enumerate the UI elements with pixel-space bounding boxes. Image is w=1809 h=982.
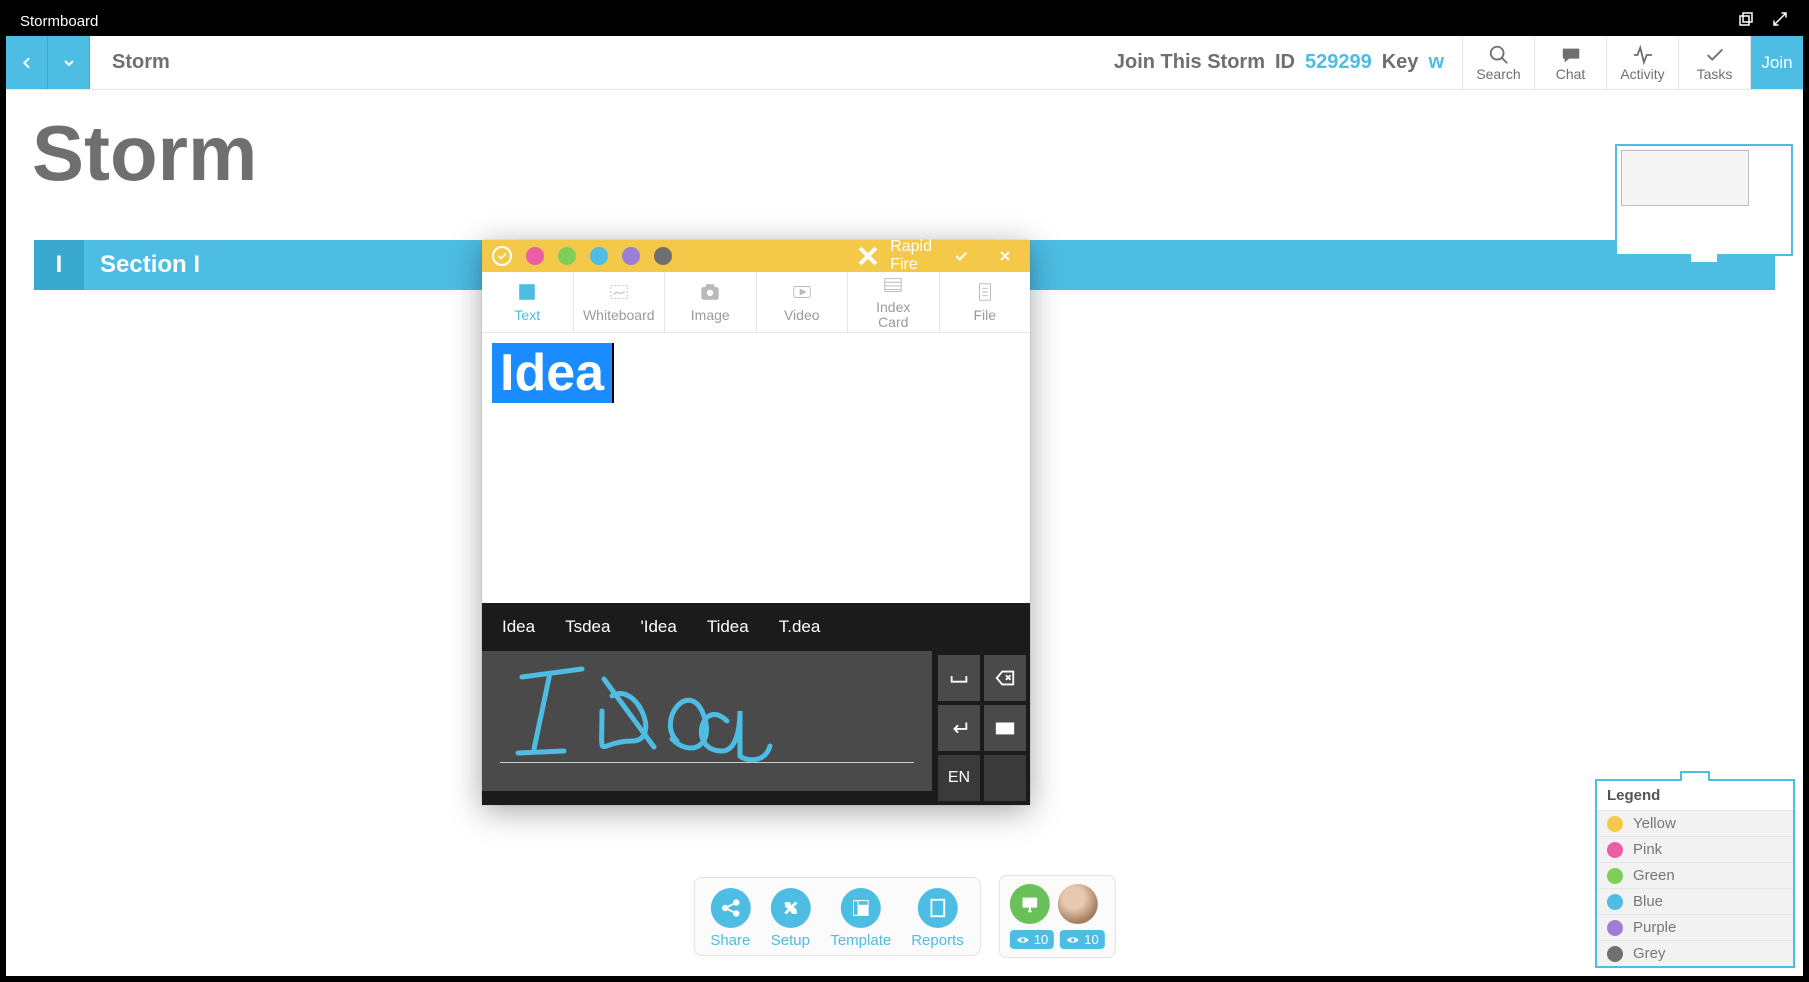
tasks-button[interactable]: Tasks xyxy=(1679,36,1751,89)
language-key[interactable]: EN xyxy=(938,755,980,801)
modal-close-button[interactable] xyxy=(990,248,1020,264)
storm-id: 529299 xyxy=(1305,51,1372,74)
legend-row-yellow[interactable]: Yellow xyxy=(1597,810,1793,836)
handwriting-suggestions: Idea Tsdea 'Idea Tidea T.dea xyxy=(482,603,1030,651)
tab-image[interactable]: Image xyxy=(665,272,757,332)
blank-key xyxy=(984,755,1026,801)
nav-dropdown-button[interactable] xyxy=(48,36,90,89)
template-icon xyxy=(841,888,881,928)
storm-key: w xyxy=(1428,51,1444,74)
view-count-badge[interactable]: 10 xyxy=(1010,930,1054,949)
rapid-fire-toggle[interactable]: Rapid Fire xyxy=(852,238,932,274)
legend-swatch xyxy=(1607,920,1623,936)
suggestion-item[interactable]: T.dea xyxy=(779,617,821,637)
legend-row-purple[interactable]: Purple xyxy=(1597,914,1793,940)
nav-back-button[interactable] xyxy=(6,36,48,89)
canvas[interactable]: Storm I Section I Share Setup xyxy=(6,90,1803,976)
legend-row-grey[interactable]: Grey xyxy=(1597,940,1793,966)
legend-toggle[interactable] xyxy=(1680,771,1710,781)
color-swatch[interactable] xyxy=(654,247,672,265)
modal-confirm-button[interactable] xyxy=(946,248,976,264)
create-sticky-modal: Rapid Fire Text Whiteboard Image xyxy=(482,240,1030,805)
tab-video[interactable]: Video xyxy=(757,272,849,332)
legend-row-pink[interactable]: Pink xyxy=(1597,836,1793,862)
tab-index-card[interactable]: Index Card xyxy=(848,272,940,332)
legend-swatch xyxy=(1607,816,1623,832)
setup-button[interactable]: Setup xyxy=(770,888,810,949)
expand-icon[interactable] xyxy=(1771,10,1789,32)
join-info: Join This Storm ID 529299 Key w xyxy=(1114,36,1462,89)
legend-title: Legend xyxy=(1597,781,1793,810)
tab-whiteboard[interactable]: Whiteboard xyxy=(574,272,666,332)
color-swatch[interactable] xyxy=(526,247,544,265)
suggestion-item[interactable]: Tidea xyxy=(707,617,749,637)
section-label: Section I xyxy=(100,251,200,279)
entered-text-selected: Idea xyxy=(492,343,614,403)
legend-swatch xyxy=(1607,946,1623,962)
section-number: I xyxy=(34,240,84,290)
chat-button[interactable]: Chat xyxy=(1535,36,1607,89)
tab-file[interactable]: File xyxy=(940,272,1031,332)
reports-button[interactable]: Reports xyxy=(911,888,964,949)
color-swatch[interactable] xyxy=(622,247,640,265)
share-button[interactable]: Share xyxy=(710,888,750,949)
suggestion-item[interactable]: Tsdea xyxy=(565,617,610,637)
legend-swatch xyxy=(1607,894,1623,910)
legend-row-blue[interactable]: Blue xyxy=(1597,888,1793,914)
color-selected-icon[interactable] xyxy=(492,246,512,266)
page-title: Storm xyxy=(32,108,257,199)
search-button[interactable]: Search xyxy=(1463,36,1535,89)
presence-panel: 10 10 xyxy=(999,875,1116,958)
tab-text[interactable]: Text xyxy=(482,272,574,332)
minimap-toggle[interactable] xyxy=(1689,254,1719,264)
space-key[interactable] xyxy=(938,655,980,701)
template-button[interactable]: Template xyxy=(830,888,891,949)
window-title-bar: Stormboard xyxy=(6,6,1803,36)
breadcrumb-storm-name[interactable]: Storm xyxy=(90,36,192,89)
suggestion-item[interactable]: 'Idea xyxy=(640,617,676,637)
handwriting-stroke xyxy=(512,659,872,779)
top-toolbar: Storm Join This Storm ID 529299 Key w Se… xyxy=(6,36,1803,90)
legend-swatch xyxy=(1607,868,1623,884)
present-mode-button[interactable] xyxy=(1010,884,1050,924)
setup-icon xyxy=(770,888,810,928)
share-icon xyxy=(710,888,750,928)
legend-panel[interactable]: Legend YellowPinkGreenBluePurpleGrey xyxy=(1595,779,1795,968)
restore-icon[interactable] xyxy=(1737,10,1755,32)
activity-count-badge[interactable]: 10 xyxy=(1060,930,1104,949)
handwriting-canvas[interactable] xyxy=(482,651,934,791)
minimap[interactable] xyxy=(1615,144,1793,256)
app-title: Stormboard xyxy=(20,13,98,30)
keyboard-key[interactable] xyxy=(984,705,1026,751)
color-swatch[interactable] xyxy=(590,247,608,265)
modal-tabs: Text Whiteboard Image Video Index Card xyxy=(482,272,1030,333)
activity-button[interactable]: Activity xyxy=(1607,36,1679,89)
suggestion-item[interactable]: Idea xyxy=(502,617,535,637)
user-avatar[interactable] xyxy=(1058,884,1098,924)
handwriting-panel: Idea Tsdea 'Idea Tidea T.dea xyxy=(482,603,1030,805)
color-swatch[interactable] xyxy=(558,247,576,265)
legend-swatch xyxy=(1607,842,1623,858)
bottom-toolbar: Share Setup Template Reports xyxy=(693,875,1115,958)
join-button[interactable]: Join xyxy=(1751,36,1803,89)
enter-key[interactable] xyxy=(938,705,980,751)
reports-icon xyxy=(917,888,957,928)
sticky-text-input[interactable]: Idea xyxy=(482,333,1030,603)
backspace-key[interactable] xyxy=(984,655,1026,701)
minimap-viewport[interactable] xyxy=(1621,150,1749,206)
legend-row-green[interactable]: Green xyxy=(1597,862,1793,888)
modal-color-bar: Rapid Fire xyxy=(482,240,1030,272)
